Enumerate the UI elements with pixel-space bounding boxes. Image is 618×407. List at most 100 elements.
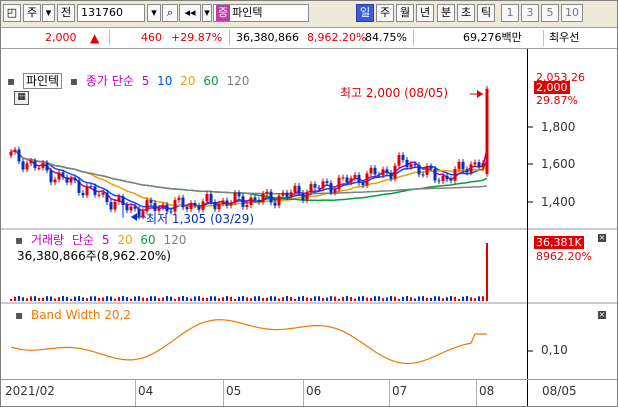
candle-body xyxy=(253,197,257,200)
candle-body xyxy=(229,202,233,206)
volume-bar xyxy=(150,296,152,301)
bandwidth-legend: ▪ Band Width 20,2 xyxy=(15,308,131,322)
volume-bar xyxy=(242,296,244,301)
candle-body xyxy=(93,186,97,195)
candle-body xyxy=(289,192,293,197)
period-second-button[interactable]: 초 xyxy=(457,4,475,22)
interval-3-button[interactable]: 3 xyxy=(521,4,539,22)
candle-body xyxy=(161,204,165,208)
candle-body xyxy=(261,193,265,202)
candle-body xyxy=(349,178,353,183)
volume-bar xyxy=(434,296,436,301)
candle-body xyxy=(265,191,269,194)
vma120-legend: 120 xyxy=(163,233,187,247)
volume-bar xyxy=(170,296,172,301)
volume-bar xyxy=(50,296,52,301)
candle-body xyxy=(41,162,45,168)
ma-legend-title[interactable]: 종가 단순 xyxy=(86,74,134,88)
candle-body xyxy=(469,164,473,173)
volume-value: 36,380,866 xyxy=(236,31,299,44)
volume-bar xyxy=(290,296,292,301)
volume-ma-title: 단순 xyxy=(71,233,95,247)
candle-body xyxy=(397,155,401,166)
grid-table-icon[interactable]: ▦ xyxy=(14,91,29,105)
stock-code-input[interactable]: 131760 xyxy=(77,4,145,22)
volume-bar xyxy=(454,296,456,301)
interval-5-button[interactable]: 5 xyxy=(541,4,559,22)
candle-body xyxy=(57,172,61,180)
candle-body xyxy=(37,167,41,169)
volume-bar xyxy=(166,296,168,301)
volume-bar xyxy=(286,296,288,301)
period-month-button[interactable]: 월 xyxy=(396,4,414,22)
quote-bar: 2,000 ▲ 460 +29.87% 36,380,866 8,962.20%… xyxy=(1,28,617,49)
candle-body xyxy=(201,201,205,210)
x-label-current-date: 08/05 xyxy=(542,384,577,398)
ma5-legend: 5 xyxy=(141,74,150,88)
toolbar: ◰ 주 ▾ 전 131760 ▾ ⌕ ◂◂ ▾ 증 파인텍 일 주 월 년 분 초… xyxy=(1,1,617,28)
volume-bar xyxy=(390,296,392,301)
volume-bar xyxy=(250,298,252,301)
ma20-line xyxy=(10,149,488,208)
volume-bar xyxy=(62,296,64,301)
y-tick-1800: 1,800 xyxy=(541,120,576,134)
candle-body xyxy=(297,185,301,193)
volume-bar xyxy=(102,297,104,301)
ma120-legend: 120 xyxy=(226,74,250,88)
volume-pct: 8,962.20% xyxy=(307,31,367,44)
speaker-dropdown-chevron-icon[interactable]: ▾ xyxy=(202,4,212,22)
candle-body xyxy=(149,200,153,203)
volume-bar xyxy=(410,297,412,301)
period-year-button[interactable]: 년 xyxy=(416,4,434,22)
bandwidth-close-icon[interactable]: × xyxy=(598,311,606,319)
search-icon[interactable]: ⌕ xyxy=(162,4,178,22)
interval-10-button[interactable]: 10 xyxy=(561,4,583,22)
volume-legend-title[interactable]: 거래량 xyxy=(31,233,64,247)
volume-bar xyxy=(162,297,164,301)
volume-bar xyxy=(302,296,304,301)
volume-bar xyxy=(322,298,324,301)
candle-body xyxy=(293,185,297,193)
candle-body xyxy=(481,162,485,168)
candle-body xyxy=(25,163,29,170)
speaker-icon[interactable]: ◂◂ xyxy=(179,4,201,22)
x-label-2021-02: 2021/02 xyxy=(5,384,55,398)
ma10-legend: 10 xyxy=(157,74,173,88)
order-dropdown-chevron-icon[interactable]: ▾ xyxy=(42,4,55,22)
layout-icon[interactable]: ◰ xyxy=(3,4,21,22)
candle-body xyxy=(485,88,489,175)
volume-bar xyxy=(198,296,200,301)
stock-legend-name[interactable]: 파인텍 xyxy=(22,73,63,89)
x-label-04: 04 xyxy=(138,384,154,398)
volume-bar xyxy=(394,296,396,301)
volume-bar xyxy=(126,297,128,301)
stock-name-field[interactable]: 증 파인텍 xyxy=(213,4,309,22)
period-tick-button[interactable]: 틱 xyxy=(477,4,495,22)
x-axis: 2021/02 04 05 06 07 08 08/05 xyxy=(1,379,617,406)
low-annotation: 최저 1,305 (03/29) xyxy=(146,212,255,226)
interval-1-button[interactable]: 1 xyxy=(501,4,519,22)
order-button[interactable]: 주 xyxy=(23,4,41,22)
candle-body xyxy=(137,208,141,217)
volume-bar xyxy=(474,298,476,301)
period-week-button[interactable]: 주 xyxy=(376,4,394,22)
chart-canvas[interactable] xyxy=(1,49,617,379)
volume-bar xyxy=(10,299,12,301)
volume-bar xyxy=(350,297,352,301)
period-minute-button[interactable]: 분 xyxy=(437,4,455,22)
volume-bar xyxy=(14,296,16,301)
candle-body xyxy=(381,169,385,176)
volume-bar xyxy=(82,297,84,301)
chart-button[interactable]: 전 xyxy=(57,4,75,22)
x-label-07: 07 xyxy=(392,384,408,398)
period-day-button[interactable]: 일 xyxy=(356,4,374,22)
candle-body xyxy=(133,206,137,209)
code-dropdown-chevron-icon[interactable]: ▾ xyxy=(147,4,161,22)
volume-bar xyxy=(306,297,308,301)
bandwidth-legend-title[interactable]: Band Width 20,2 xyxy=(31,308,131,322)
volume-close-icon[interactable]: × xyxy=(598,234,606,242)
volume-bar xyxy=(314,296,316,301)
y-tick-1600: 1,600 xyxy=(541,157,576,171)
volume-bar xyxy=(346,296,348,301)
candle-body xyxy=(269,191,273,203)
